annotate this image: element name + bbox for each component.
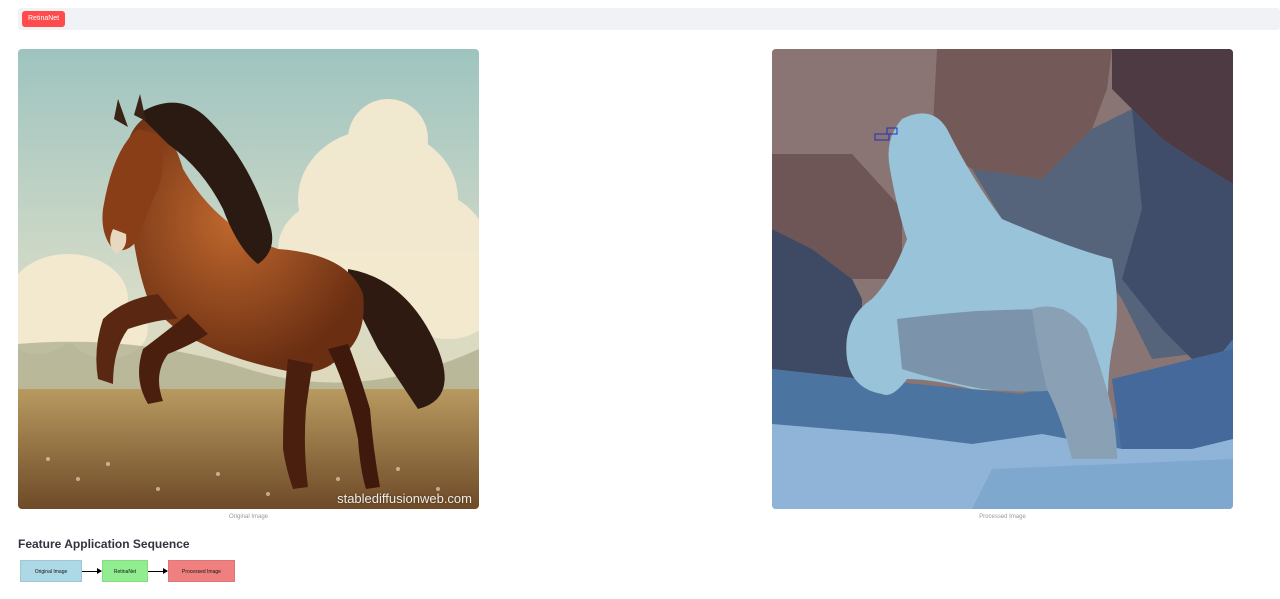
sequence-flowchart: Original Image RetinaNet Processed Image [20, 560, 240, 584]
arrow-icon [82, 568, 102, 574]
toolbar: RetinaNet [18, 8, 1280, 30]
original-image-caption: Original Image [228, 514, 269, 520]
processed-image [772, 49, 1233, 509]
arrow-icon [148, 568, 168, 574]
section-title: Feature Application Sequence [18, 537, 190, 551]
retinanet-button[interactable]: RetinaNet [22, 11, 66, 27]
horse-illustration [18, 49, 479, 509]
processed-image-panel: Processed Image [772, 49, 1233, 520]
step-original-image: Original Image [20, 560, 82, 582]
step-retinanet: RetinaNet [102, 560, 148, 582]
segmentation-map [772, 49, 1233, 509]
original-image: stablediffusionweb.com [18, 49, 479, 509]
step-processed-image: Processed Image [168, 560, 235, 582]
original-image-panel: stablediffusionweb.com Original Image [18, 49, 479, 520]
watermark-text: stablediffusionweb.com [337, 491, 472, 506]
processed-image-caption: Processed Image [979, 514, 1026, 520]
